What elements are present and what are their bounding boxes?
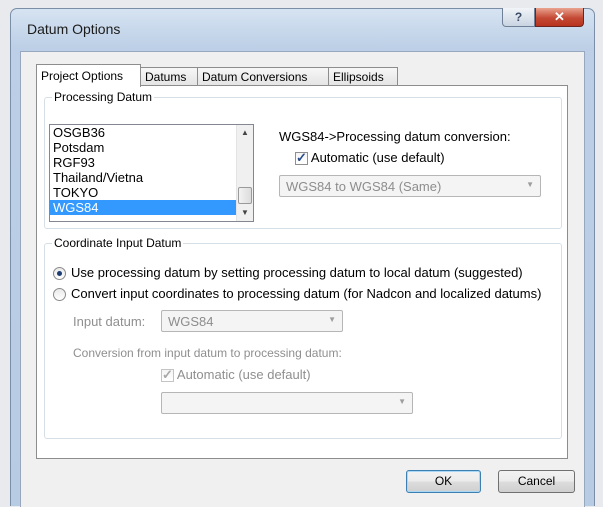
dialog-client: Project Options Datums Datum Conversions… (20, 51, 585, 507)
processing-conversion-value: WGS84 to WGS84 (Same) (286, 179, 442, 194)
tab-ellipsoids[interactable]: Ellipsoids (328, 67, 398, 86)
use-processing-datum-radio[interactable]: Use processing datum by setting processi… (53, 265, 523, 281)
list-item[interactable]: Potsdam (50, 140, 253, 155)
close-button[interactable]: ✕ (535, 8, 584, 27)
processing-automatic-label: Automatic (use default) (310, 150, 445, 165)
radio-icon[interactable] (53, 288, 66, 302)
processing-conversion-label: WGS84->Processing datum conversion: (279, 129, 511, 144)
cancel-button[interactable]: Cancel (498, 470, 575, 493)
convert-input-label: Convert input coordinates to processing … (71, 286, 542, 301)
radio-checked-icon[interactable] (53, 267, 66, 281)
checkbox-icon[interactable]: ✓ (295, 150, 308, 166)
processing-conversion-combo: WGS84 to WGS84 (Same) ▼ (279, 175, 541, 197)
scroll-thumb[interactable] (238, 187, 252, 204)
input-datum-combo: WGS84 ▼ (161, 310, 343, 332)
processing-datum-list[interactable]: OSGB36 Potsdam RGF93 Thailand/Vietna TOK… (49, 124, 254, 222)
coordinate-input-legend: Coordinate Input Datum (54, 236, 182, 250)
processing-automatic-checkbox[interactable]: ✓ Automatic (use default) (295, 150, 445, 166)
help-button[interactable]: ? (502, 8, 535, 27)
list-item[interactable]: TOKYO (50, 185, 253, 200)
checkmark-icon: ✓ (296, 150, 307, 166)
input-automatic-checkbox: ✓ Automatic (use default) (161, 367, 311, 383)
input-conversion-label: Conversion from input datum to processin… (73, 346, 342, 360)
scroll-down-icon[interactable]: ▼ (237, 205, 253, 221)
input-datum-value: WGS84 (168, 314, 214, 329)
use-processing-datum-label: Use processing datum by setting processi… (71, 265, 523, 280)
tab-project-options[interactable]: Project Options (36, 64, 141, 87)
project-options-panel: Processing Datum OSGB36 Potsdam RGF93 Th… (36, 85, 568, 459)
processing-datum-group: Processing Datum OSGB36 Potsdam RGF93 Th… (44, 90, 562, 229)
chevron-down-icon: ▼ (398, 397, 406, 406)
chevron-down-icon: ▼ (526, 180, 534, 189)
list-item[interactable]: Thailand/Vietna (50, 170, 253, 185)
input-conversion-combo: ▼ (161, 392, 413, 414)
processing-datum-legend: Processing Datum (54, 90, 153, 104)
list-item[interactable]: OSGB36 (50, 125, 253, 140)
checkbox-icon: ✓ (161, 367, 174, 383)
chevron-down-icon: ▼ (328, 315, 336, 324)
convert-input-radio[interactable]: Convert input coordinates to processing … (53, 286, 542, 302)
datum-options-window: Datum Options ? ✕ Project Options Datums… (10, 8, 595, 507)
ok-button[interactable]: OK (406, 470, 481, 493)
tab-datums[interactable]: Datums (140, 67, 198, 86)
scroll-up-icon[interactable]: ▲ (237, 125, 253, 141)
window-title: Datum Options (27, 21, 121, 37)
list-item-selected[interactable]: WGS84 (50, 200, 253, 215)
list-scrollbar[interactable]: ▲ ▼ (236, 125, 253, 221)
coordinate-input-group: Coordinate Input Datum Use processing da… (44, 236, 562, 439)
tab-datum-conversions[interactable]: Datum Conversions (197, 67, 329, 86)
list-item[interactable]: RGF93 (50, 155, 253, 170)
input-automatic-label: Automatic (use default) (176, 367, 311, 382)
input-datum-label: Input datum: (73, 314, 146, 329)
checkmark-icon: ✓ (162, 367, 173, 383)
